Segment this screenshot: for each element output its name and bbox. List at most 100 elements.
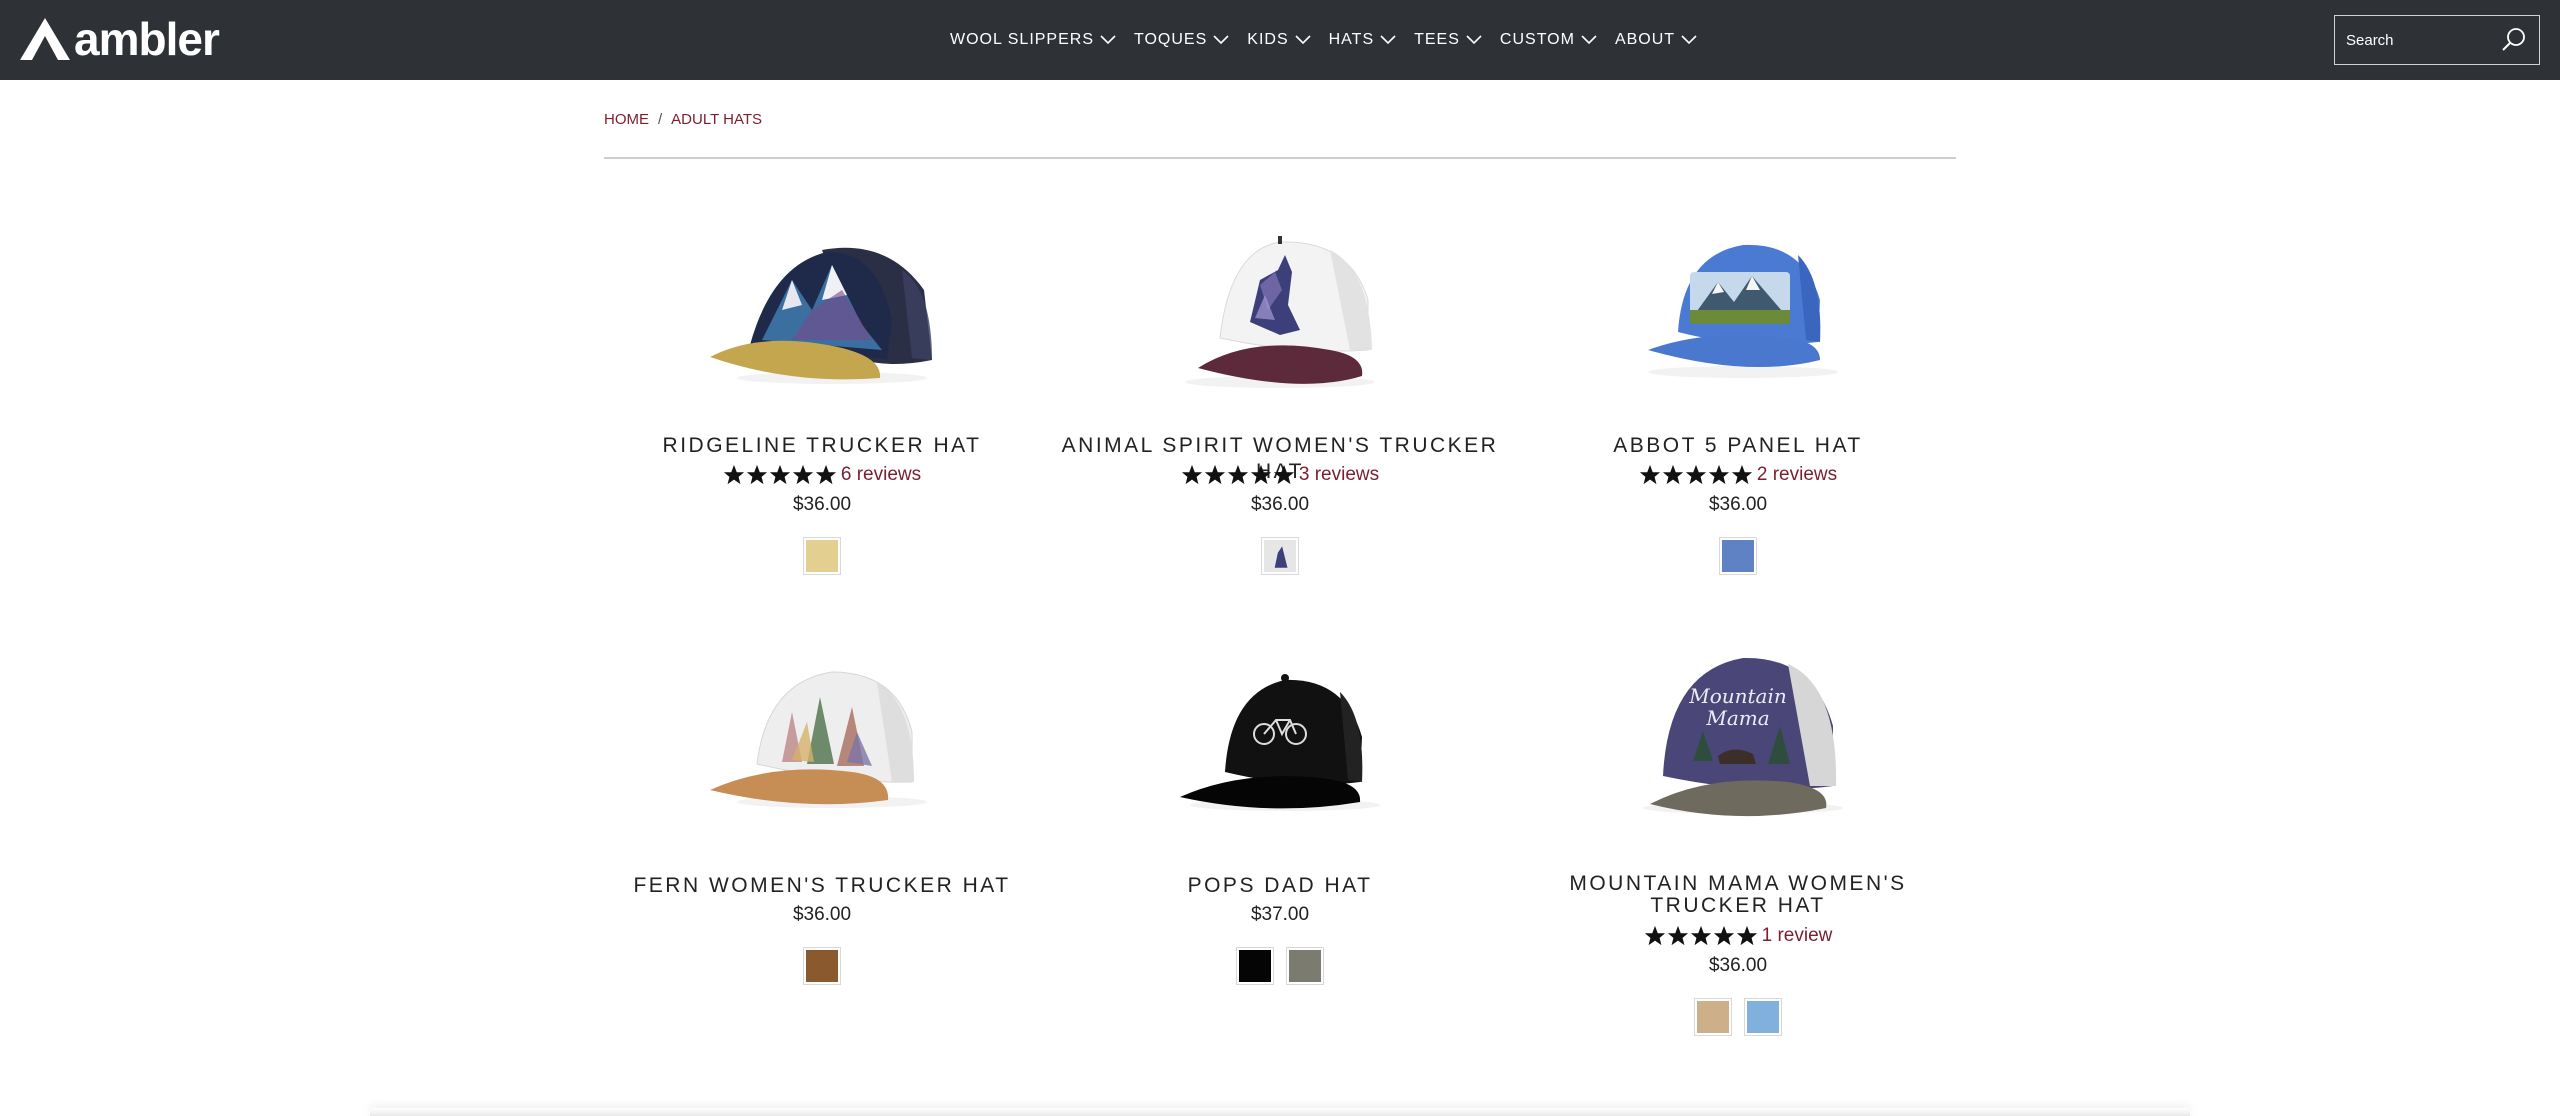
nav-item-label: CUSTOM: [1499, 31, 1575, 48]
product-title[interactable]: RIDGELINE TRUCKER HAT: [593, 433, 1051, 459]
star-icon: [1736, 925, 1757, 946]
star-icon: [1644, 925, 1665, 946]
chevron-down-icon: [1100, 35, 1116, 45]
reviews-link[interactable]: 3 reviews: [1299, 464, 1379, 486]
product-price: $36.00: [1708, 955, 1768, 976]
color-swatch[interactable]: [1236, 947, 1274, 985]
product-rating: 2 reviews: [1509, 464, 1967, 486]
star-icon: [1273, 464, 1294, 485]
five-star-rating: [723, 464, 837, 486]
product-rating: 1 review: [1509, 925, 1967, 947]
product-title[interactable]: ABBOT 5 PANEL HAT: [1509, 433, 1967, 459]
star-icon: [1685, 464, 1706, 485]
nav-item-hats[interactable]: HATS: [1329, 31, 1396, 49]
star-icon: [1731, 464, 1752, 485]
breadcrumb-divider: [604, 157, 1956, 159]
product-price: $36.00: [1250, 494, 1310, 515]
nav-item-toques[interactable]: TOQUES: [1134, 31, 1229, 49]
product-card[interactable]: ABBOT 5 PANEL HAT 2 reviews $36.00: [1509, 190, 1967, 590]
site-header: ambler WOOL SLIPPERS TOQUES KIDS HATS TE…: [0, 0, 2560, 80]
chevron-down-icon: [1380, 35, 1396, 45]
color-swatches: [593, 537, 1051, 575]
color-swatch[interactable]: [1744, 998, 1782, 1036]
star-icon: [1181, 464, 1202, 485]
nav-item-label: TOQUES: [1134, 31, 1208, 48]
product-rating: 6 reviews: [593, 464, 1051, 486]
color-swatch[interactable]: [1719, 537, 1757, 575]
color-swatch[interactable]: [803, 537, 841, 575]
ambler-logo[interactable]: ambler: [20, 13, 220, 65]
nav-item-tees[interactable]: TEES: [1414, 31, 1482, 49]
logo-text: ambler: [74, 13, 220, 65]
search-icon[interactable]: [2501, 27, 2527, 53]
product-image[interactable]: [1100, 210, 1460, 400]
color-swatches: [1051, 537, 1509, 575]
reviews-link[interactable]: 2 reviews: [1757, 464, 1837, 486]
star-icon: [1667, 925, 1688, 946]
nav-item-label: HATS: [1328, 31, 1375, 48]
breadcrumb-current-link[interactable]: ADULT HATS: [671, 111, 762, 128]
chevron-down-icon: [1681, 35, 1697, 45]
star-icon: [723, 464, 744, 485]
color-swatch[interactable]: [1286, 947, 1324, 985]
star-icon: [1204, 464, 1225, 485]
wolf-swatch-icon: [1264, 540, 1296, 572]
product-image[interactable]: [1558, 636, 1918, 826]
star-icon: [815, 464, 836, 485]
product-image[interactable]: [642, 642, 1002, 832]
breadcrumb-home-link[interactable]: HOME: [604, 111, 649, 128]
product-image[interactable]: [1558, 210, 1918, 400]
main-nav: WOOL SLIPPERS TOQUES KIDS HATS TEES CUST…: [950, 0, 1715, 80]
color-swatch[interactable]: [1694, 998, 1732, 1036]
star-icon: [1227, 464, 1248, 485]
search-box: [2334, 15, 2540, 65]
star-icon: [1708, 464, 1729, 485]
chevron-down-icon: [1213, 35, 1229, 45]
star-icon: [1713, 925, 1734, 946]
star-icon: [1690, 925, 1711, 946]
product-image[interactable]: [1100, 642, 1460, 832]
nav-item-wool-slippers[interactable]: WOOL SLIPPERS: [950, 31, 1116, 49]
product-card[interactable]: ANIMAL SPIRIT WOMEN'S TRUCKER HAT 3 revi…: [1051, 190, 1509, 590]
nav-item-label: KIDS: [1247, 31, 1289, 48]
star-icon: [769, 464, 790, 485]
chevron-down-icon: [1295, 35, 1311, 45]
product-rating: 3 reviews: [1051, 464, 1509, 486]
nav-item-label: ABOUT: [1614, 31, 1676, 48]
nav-item-label: TEES: [1414, 31, 1460, 48]
color-swatches: [593, 947, 1051, 985]
product-card[interactable]: POPS DAD HAT $37.00: [1051, 630, 1509, 1030]
reviews-link[interactable]: 6 reviews: [841, 464, 921, 486]
star-icon: [1639, 464, 1660, 485]
color-swatch[interactable]: [803, 947, 841, 985]
product-price: $36.00: [792, 494, 852, 515]
star-icon: [792, 464, 813, 485]
star-icon: [1250, 464, 1271, 485]
five-star-rating: [1181, 464, 1295, 486]
product-image[interactable]: [642, 210, 1002, 400]
ambler-logo-mark-icon: [20, 18, 70, 60]
color-swatch[interactable]: [1261, 537, 1299, 575]
product-card[interactable]: FERN WOMEN'S TRUCKER HAT $36.00: [593, 630, 1051, 1030]
product-price: $37.00: [1250, 904, 1310, 925]
product-price: $36.00: [1708, 494, 1768, 515]
product-card[interactable]: Mountain Mama MOUNTAIN MAMA WOMEN'S TRUCK…: [1509, 630, 1967, 1070]
product-title[interactable]: MOUNTAIN MAMA WOMEN'S TRUCKER HAT: [1509, 873, 1967, 917]
product-price: $36.00: [792, 904, 852, 925]
reviews-link[interactable]: 1 review: [1762, 925, 1833, 947]
breadcrumb: HOME / ADULT HATS: [604, 111, 762, 128]
breadcrumb-separator: /: [658, 111, 663, 128]
color-swatches: [1509, 537, 1967, 575]
color-swatches: [1509, 998, 1967, 1036]
five-star-rating: [1644, 925, 1758, 947]
nav-item-custom[interactable]: CUSTOM: [1500, 31, 1597, 49]
search-input[interactable]: [2335, 31, 2495, 49]
product-title[interactable]: POPS DAD HAT: [1051, 873, 1509, 899]
nav-item-kids[interactable]: KIDS: [1247, 31, 1311, 49]
star-icon: [1662, 464, 1683, 485]
chevron-down-icon: [1581, 35, 1597, 45]
nav-item-about[interactable]: ABOUT: [1615, 31, 1697, 49]
product-title[interactable]: FERN WOMEN'S TRUCKER HAT: [593, 873, 1051, 899]
nav-item-label: WOOL SLIPPERS: [950, 31, 1094, 48]
product-card[interactable]: RIDGELINE TRUCKER HAT 6 reviews $36.00: [593, 190, 1051, 590]
